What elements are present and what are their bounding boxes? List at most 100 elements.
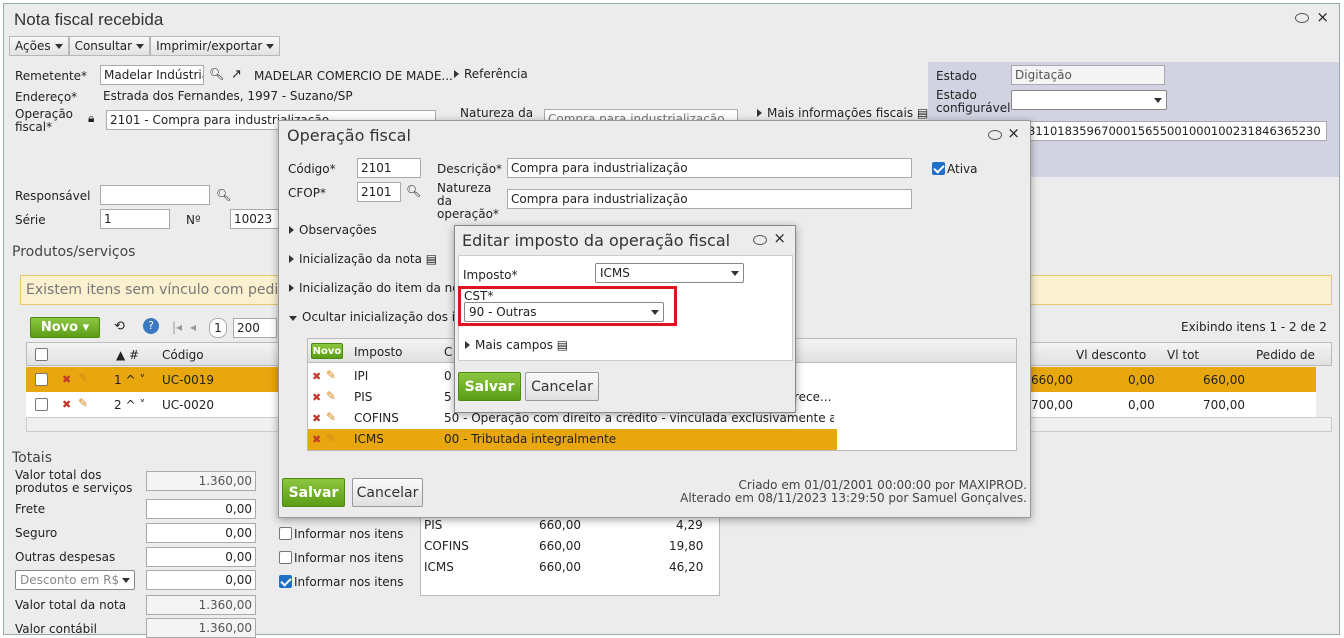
imposto-name: PIS bbox=[424, 518, 443, 532]
col-vl-tot[interactable]: Vl tot bbox=[1167, 348, 1199, 362]
row-desconto: 0,00 bbox=[1128, 398, 1155, 412]
init-item-toggle[interactable]: Inicialização do item da nota bbox=[289, 281, 472, 295]
codigo-field[interactable]: 2101 bbox=[357, 158, 421, 178]
imposto-base: 660,00 bbox=[539, 518, 581, 532]
delete-icon[interactable]: ✖ bbox=[62, 398, 71, 411]
numero-label: Nº bbox=[186, 213, 201, 227]
col-cst[interactable]: C bbox=[444, 345, 452, 359]
novo-button[interactable]: Novo ▾ bbox=[30, 317, 100, 338]
close-icon[interactable]: × bbox=[1316, 8, 1329, 26]
total-field[interactable]: 0,00 bbox=[146, 523, 256, 543]
external-link-icon[interactable]: ↗ bbox=[231, 67, 242, 82]
toolbar: Ações Consultar Imprimir/exportar bbox=[9, 36, 281, 56]
serie-field[interactable]: 1 bbox=[100, 209, 170, 229]
comment-icon[interactable] bbox=[753, 234, 767, 248]
estado-configuravel-select[interactable] bbox=[1011, 90, 1167, 110]
numero-field[interactable]: 10023 bbox=[230, 209, 280, 229]
delete-icon[interactable]: ✖ bbox=[312, 433, 321, 446]
refresh-icon[interactable]: ⟲ bbox=[114, 319, 125, 334]
responsavel-label: Responsável bbox=[15, 189, 91, 203]
imposto-valor: 19,80 bbox=[669, 539, 704, 553]
consultar-menu[interactable]: Consultar bbox=[68, 36, 151, 56]
col-vl-desconto[interactable]: Vl desconto bbox=[1076, 348, 1146, 362]
delete-icon[interactable]: ✖ bbox=[312, 391, 321, 404]
init-nota-toggle[interactable]: Inicialização da nota ▤ bbox=[289, 252, 437, 266]
edit-icon[interactable]: ✎ bbox=[78, 396, 88, 410]
first-page-icon[interactable]: |◂ bbox=[172, 320, 182, 334]
prev-page-icon[interactable]: ◂ bbox=[190, 320, 196, 334]
cancelar-button[interactable]: Cancelar bbox=[525, 372, 599, 401]
cancelar-button[interactable]: Cancelar bbox=[352, 478, 423, 507]
informar-checkbox[interactable] bbox=[279, 575, 292, 588]
edit-icon[interactable]: ✎ bbox=[326, 431, 336, 445]
dialog-title: Operação fiscal bbox=[287, 126, 411, 145]
comment-icon[interactable] bbox=[1295, 12, 1309, 26]
remetente-field[interactable]: Madelar Indústria bbox=[100, 65, 204, 85]
estado-field: Digitação bbox=[1011, 65, 1165, 85]
edit-icon[interactable]: ✎ bbox=[78, 371, 88, 385]
search-icon[interactable]: 🔍︎ bbox=[209, 67, 224, 81]
desconto-select[interactable]: Desconto em R$ bbox=[15, 570, 135, 590]
total-field[interactable]: 0,00 bbox=[146, 499, 256, 519]
referencia-toggle[interactable]: Referência bbox=[454, 67, 528, 81]
select-all-checkbox[interactable] bbox=[35, 348, 48, 361]
window-title: Nota fiscal recebida bbox=[14, 10, 164, 29]
cst-cell-tail: rece... bbox=[794, 390, 832, 404]
imprimir-menu[interactable]: Imprimir/exportar bbox=[150, 36, 281, 56]
ocultar-toggle[interactable]: Ocultar inicialização dos imp bbox=[289, 310, 474, 324]
responsavel-field[interactable] bbox=[100, 185, 210, 205]
col-num[interactable]: ▲ # bbox=[116, 348, 139, 362]
help-icon[interactable]: ? bbox=[143, 318, 159, 334]
descricao-field[interactable]: Compra para industrialização bbox=[507, 158, 912, 178]
grid-novo-button[interactable]: Novo bbox=[311, 343, 343, 359]
endereco-label: Endereço* bbox=[15, 90, 78, 104]
mais-info-toggle[interactable]: Mais informações fiscais ▤ bbox=[757, 106, 928, 120]
col-codigo[interactable]: Código bbox=[162, 348, 204, 362]
cfop-label: CFOP* bbox=[288, 186, 326, 200]
imposto-cell: IPI bbox=[354, 369, 369, 383]
informar-checkbox[interactable] bbox=[279, 551, 292, 564]
delete-icon[interactable]: ✖ bbox=[312, 370, 321, 383]
imposto-cell: PIS bbox=[354, 390, 373, 404]
delete-icon[interactable]: ✖ bbox=[312, 412, 321, 425]
col-pedido[interactable]: Pedido de bbox=[1256, 348, 1315, 362]
total-field[interactable]: 0,00 bbox=[146, 570, 256, 590]
salvar-button[interactable]: Salvar bbox=[282, 478, 345, 507]
edit-icon[interactable]: ✎ bbox=[326, 368, 336, 382]
mais-campos-toggle[interactable]: Mais campos ▤ bbox=[465, 338, 568, 352]
total-field[interactable]: 0,00 bbox=[146, 547, 256, 567]
comment-icon[interactable] bbox=[988, 129, 1002, 143]
salvar-button[interactable]: Salvar bbox=[458, 372, 521, 401]
imposto-base: 660,00 bbox=[539, 539, 581, 553]
observacoes-toggle[interactable]: Observações bbox=[289, 223, 377, 237]
chave-field[interactable]: 3110183596700015655001000100231846365230 bbox=[1024, 121, 1327, 141]
operacao-label: Operação fiscal* bbox=[15, 107, 74, 134]
page-size-select[interactable]: 200 bbox=[233, 318, 277, 338]
natureza-field[interactable]: Compra para industrialização bbox=[507, 189, 912, 209]
search-icon[interactable]: 🔍︎ bbox=[406, 184, 421, 198]
row-checkbox[interactable] bbox=[35, 373, 48, 386]
close-icon[interactable]: × bbox=[773, 229, 786, 247]
acoes-menu[interactable]: Ações bbox=[9, 36, 69, 56]
total-label: Frete bbox=[15, 502, 46, 516]
edit-icon[interactable]: ✎ bbox=[326, 410, 336, 424]
total-field: 1.360,00 bbox=[146, 595, 256, 615]
cfop-field[interactable]: 2101 bbox=[357, 182, 401, 202]
row-codigo: UC-0020 bbox=[162, 398, 215, 412]
col-imposto[interactable]: Imposto bbox=[354, 345, 403, 359]
ativa-checkbox[interactable] bbox=[932, 162, 945, 175]
total-label: Outras despesas bbox=[15, 550, 116, 564]
imposto-cell: ICMS bbox=[354, 432, 384, 446]
delete-icon[interactable]: ✖ bbox=[62, 373, 71, 386]
page-field[interactable]: 1 bbox=[209, 318, 227, 338]
row-checkbox[interactable] bbox=[35, 398, 48, 411]
edit-icon[interactable]: ✎ bbox=[326, 389, 336, 403]
serie-label: Série bbox=[15, 213, 46, 227]
informar-label: Informar nos itens bbox=[294, 551, 404, 565]
imposto-select[interactable]: ICMS bbox=[595, 263, 744, 283]
close-icon[interactable]: × bbox=[1007, 124, 1020, 142]
informar-checkbox[interactable] bbox=[279, 527, 292, 540]
cst-select[interactable]: 90 - Outras bbox=[464, 302, 664, 322]
search-icon[interactable]: 🔍︎ bbox=[216, 188, 231, 202]
produtos-section-title: Produtos/serviços bbox=[12, 244, 136, 260]
